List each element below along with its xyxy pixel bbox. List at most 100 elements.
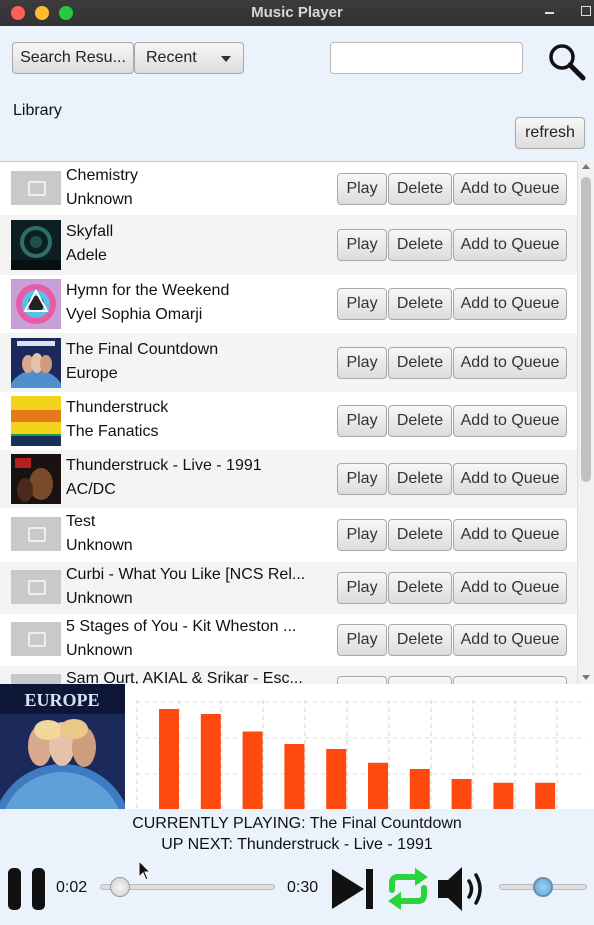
song-artist: Vyel Sophia Omarji	[66, 306, 203, 323]
song-artist: Europe	[66, 364, 118, 382]
delete-button[interactable]: Delete	[388, 519, 452, 551]
album-art-placeholder-icon	[11, 570, 61, 604]
song-artist: Unknown	[66, 642, 133, 659]
scroll-up-icon[interactable]	[582, 164, 590, 169]
play-button[interactable]: Play	[337, 624, 387, 656]
add-to-queue-button[interactable]: Add to Queue	[453, 519, 567, 551]
skip-next-icon[interactable]	[330, 866, 376, 912]
album-art-thumbnail	[11, 396, 61, 446]
search-mode-button[interactable]: Search Resu...	[12, 42, 134, 74]
refresh-button[interactable]: refresh	[515, 117, 585, 149]
pause-icon[interactable]	[7, 866, 47, 912]
album-art-placeholder-icon	[11, 622, 61, 656]
song-list: Chemistry Unknown Play Delete Add to Queue Sk…	[0, 161, 594, 684]
song-title: Thunderstruck - Live - 1991	[66, 457, 262, 474]
play-button[interactable]: Play	[337, 173, 387, 205]
music-player-window: Music Player Search Resu... Recent Libra…	[0, 0, 594, 925]
delete-button[interactable]: Delete	[388, 624, 452, 656]
delete-button[interactable]: Delete	[388, 229, 452, 261]
volume-icon[interactable]	[436, 864, 490, 914]
play-button[interactable]: Play	[337, 463, 387, 495]
delete-button[interactable]: Delete	[388, 405, 452, 437]
play-button[interactable]: Play	[337, 676, 387, 684]
delete-button[interactable]: Delete	[388, 173, 452, 205]
total-time: 0:30	[287, 879, 319, 896]
song-row[interactable]: Curbi - What You Like [NCS Rel... Unknown…	[0, 562, 577, 614]
album-art-placeholder-icon	[11, 517, 61, 551]
add-to-queue-button[interactable]: Add to Queue	[453, 676, 567, 684]
play-button[interactable]: Play	[337, 405, 387, 437]
song-row[interactable]: Sam Ourt, AKIAL & Srikar - Esc... PlayDel…	[0, 666, 577, 684]
song-row[interactable]: Chemistry Unknown Play Delete Add to Queue	[0, 162, 577, 215]
song-row[interactable]: Skyfall Adele Play Delete Add to Queue	[0, 215, 577, 275]
add-to-queue-button[interactable]: Add to Queue	[453, 347, 567, 379]
song-title: Sam Ourt, AKIAL & Srikar - Esc...	[66, 670, 303, 684]
album-art-thumbnail	[11, 279, 61, 329]
album-art-placeholder-icon	[11, 674, 61, 684]
add-to-queue-button[interactable]: Add to Queue	[453, 229, 567, 261]
scrollbar-thumb[interactable]	[581, 177, 591, 482]
song-title: Skyfall	[66, 223, 114, 240]
album-art-thumbnail	[11, 220, 61, 270]
play-button[interactable]: Play	[337, 288, 387, 320]
song-title: The Final Countdown	[66, 340, 219, 358]
visualizer-bar	[284, 744, 305, 809]
play-button[interactable]: Play	[337, 229, 387, 261]
album-art-placeholder-icon	[11, 171, 61, 205]
add-to-queue-button[interactable]: Add to Queue	[453, 463, 567, 495]
title-bar: Music Player	[0, 0, 594, 26]
sort-dropdown[interactable]: Recent	[134, 42, 244, 74]
add-to-queue-button[interactable]: Add to Queue	[453, 572, 567, 604]
visualizer-bar	[535, 782, 556, 809]
visualizer-bar	[200, 714, 221, 809]
song-title: 5 Stages of You - Kit Wheston ...	[66, 618, 297, 635]
search-icon[interactable]	[546, 42, 586, 82]
sort-dropdown-value: Recent	[146, 49, 197, 66]
song-artist: Unknown	[66, 190, 133, 208]
audio-visualizer	[136, 700, 586, 809]
album-art-thumbnail	[11, 338, 61, 388]
chevron-down-icon	[221, 56, 231, 62]
play-button[interactable]: Play	[337, 519, 387, 551]
scroll-down-icon[interactable]	[582, 675, 590, 680]
song-title: Curbi - What You Like [NCS Rel...	[66, 566, 306, 583]
currently-playing-text: CURRENTLY PLAYING: The Final Countdown	[132, 815, 462, 832]
now-playing-album-art: EUROPE	[0, 684, 125, 809]
restore-icon[interactable]	[581, 6, 591, 16]
song-row[interactable]: Thunderstruck - Live - 1991 AC/DC Play Dele…	[0, 450, 577, 508]
add-to-queue-button[interactable]: Add to Queue	[453, 173, 567, 205]
song-list-scrollbar[interactable]	[577, 161, 594, 684]
visualizer-bar	[368, 762, 388, 809]
minimize-icon[interactable]	[545, 12, 554, 14]
song-row[interactable]: Thunderstruck The Fanatics Play Delete Add t…	[0, 392, 577, 450]
song-row[interactable]: Hymn for the Weekend Vyel Sophia Omarji Pl…	[0, 275, 577, 333]
song-artist: Adele	[66, 247, 107, 264]
search-input[interactable]	[330, 42, 523, 74]
song-title: Chemistry	[66, 166, 139, 184]
progress-slider-thumb[interactable]	[109, 877, 130, 897]
song-artist: The Fanatics	[66, 423, 159, 440]
delete-button[interactable]: Delete	[388, 347, 452, 379]
visualizer-bar	[326, 749, 347, 809]
delete-button[interactable]: Delete	[388, 676, 452, 684]
add-to-queue-button[interactable]: Add to Queue	[453, 624, 567, 656]
play-button[interactable]: Play	[337, 572, 387, 604]
volume-slider-thumb[interactable]	[533, 877, 553, 897]
song-row[interactable]: Test Unknown Play Delete Add to Queue	[0, 508, 577, 562]
visualizer-bar	[409, 769, 430, 809]
delete-button[interactable]: Delete	[388, 572, 452, 604]
visualizer-bar	[242, 731, 263, 809]
visualizer-bar	[159, 709, 179, 809]
add-to-queue-button[interactable]: Add to Queue	[453, 405, 567, 437]
song-row[interactable]: The Final Countdown Europe Play Delete Add t…	[0, 333, 577, 392]
song-artist: AC/DC	[66, 481, 116, 498]
delete-button[interactable]: Delete	[388, 463, 452, 495]
add-to-queue-button[interactable]: Add to Queue	[453, 288, 567, 320]
play-button[interactable]: Play	[337, 347, 387, 379]
song-row[interactable]: 5 Stages of You - Kit Wheston ... Unknown…	[0, 614, 577, 666]
library-label: Library	[13, 102, 62, 119]
song-title: Thunderstruck	[66, 399, 169, 416]
mouse-cursor-icon	[138, 860, 152, 881]
delete-button[interactable]: Delete	[388, 288, 452, 320]
repeat-icon[interactable]	[384, 866, 432, 912]
